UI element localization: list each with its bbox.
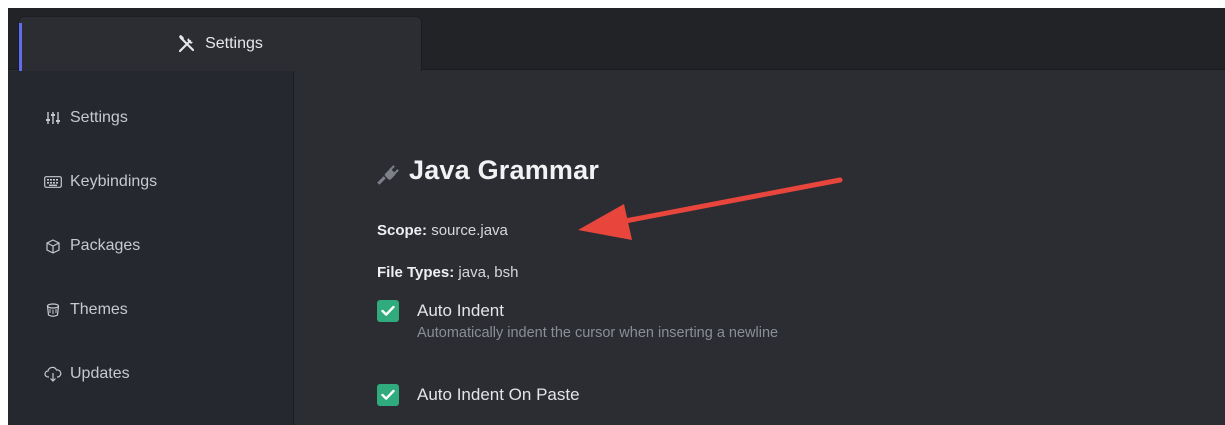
cloud-download-icon	[44, 365, 62, 383]
filetypes-label: File Types:	[377, 264, 455, 281]
option-label: Auto Indent	[417, 301, 504, 320]
tab-settings[interactable]: Settings	[18, 16, 422, 71]
keyboard-icon	[44, 173, 62, 191]
checkmark-icon	[381, 389, 395, 400]
option-auto-indent-on-paste: Auto Indent On Paste	[377, 383, 580, 407]
sidebar-item-themes[interactable]: Themes	[44, 296, 128, 324]
filetypes-value: java, bsh	[458, 264, 519, 281]
auto-indent-checkbox[interactable]	[377, 300, 399, 322]
sidebar-item-label: Updates	[70, 365, 130, 382]
sidebar-item-packages[interactable]: Packages	[44, 232, 140, 260]
sidebar-item-label: Themes	[70, 301, 128, 318]
plug-icon	[377, 164, 399, 185]
scope-label: Scope:	[377, 222, 428, 239]
option-description: Automatically indent the cursor when ins…	[417, 325, 779, 341]
tab-label: Settings	[205, 35, 263, 52]
auto-indent-on-paste-checkbox[interactable]	[377, 384, 399, 406]
filetypes-line: File Types: java, bsh	[377, 264, 518, 281]
sidebar-item-updates[interactable]: Updates	[44, 360, 130, 388]
scope-line: Scope: source.java	[377, 222, 508, 239]
package-detail-panel: Java Grammar Scope: source.java File Typ…	[295, 71, 1225, 425]
option-label: Auto Indent On Paste	[417, 385, 580, 404]
package-icon	[44, 237, 62, 255]
settings-window: Settings Settings Keybindings Packages T…	[8, 8, 1225, 425]
page-title: Java Grammar	[409, 155, 600, 185]
tab-bar: Settings	[8, 8, 1225, 71]
active-tab-indicator	[19, 23, 22, 71]
sidebar-item-label: Packages	[70, 237, 141, 254]
sidebar-item-settings[interactable]: Settings	[44, 104, 128, 132]
sidebar-item-keybindings[interactable]: Keybindings	[44, 168, 157, 196]
sidebar-item-label: Keybindings	[70, 173, 158, 190]
checkmark-icon	[381, 305, 395, 316]
tools-icon	[178, 35, 195, 53]
paint-bucket-icon	[44, 301, 62, 319]
scope-value: source.java	[431, 222, 508, 239]
sidebar-item-label: Settings	[70, 109, 128, 126]
option-auto-indent: Auto Indent Automatically indent the cur…	[377, 299, 778, 343]
package-heading: Java Grammar	[377, 155, 599, 186]
sliders-icon	[44, 109, 62, 127]
settings-sidebar: Settings Keybindings Packages Themes Upd…	[8, 71, 294, 425]
